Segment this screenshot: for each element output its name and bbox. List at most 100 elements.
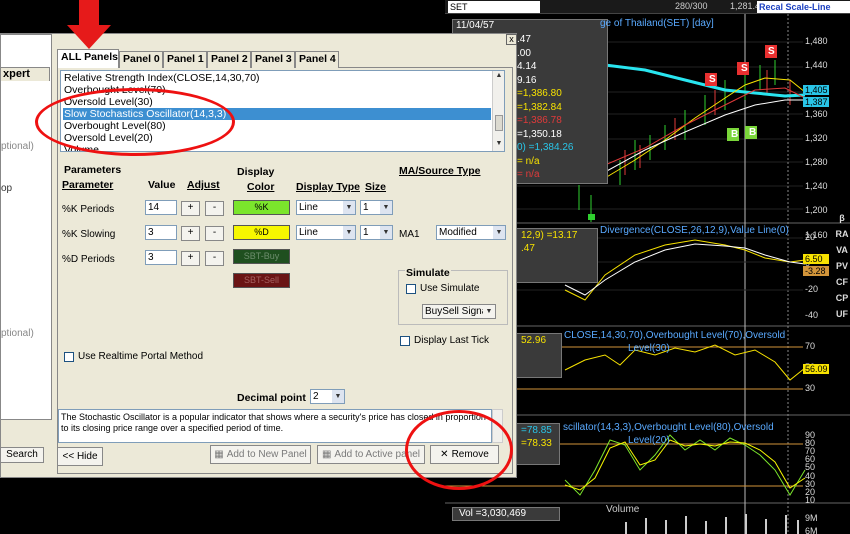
display-type-column-header: Display Type bbox=[296, 181, 360, 193]
use-simulate-checkbox[interactable] bbox=[406, 284, 416, 294]
use-simulate-label: Use Simulate bbox=[420, 283, 480, 294]
y-axis-tick: 30 bbox=[805, 383, 816, 393]
chevron-down-icon: ▼ bbox=[343, 226, 355, 239]
volume-info-box: Vol =3,030,469 bbox=[452, 507, 560, 521]
scroll-thumb[interactable] bbox=[495, 115, 503, 131]
list-item[interactable]: Relative Strength Index(CLOSE,14,30,70) bbox=[63, 72, 491, 84]
indicator-value: = n/a bbox=[517, 169, 540, 180]
tab-panel-3[interactable]: Panel 3 bbox=[251, 51, 295, 68]
price-hl-cyan-2: 1,387 bbox=[803, 97, 829, 107]
tab-all-panels[interactable]: ALL Panels bbox=[57, 49, 119, 68]
decimal-point-label: Decimal point bbox=[237, 392, 306, 404]
buysell-signal-select[interactable]: BuySell Signal ▼ bbox=[422, 304, 496, 319]
indicator-value: =78.85 bbox=[521, 425, 552, 436]
close-icon[interactable]: x bbox=[506, 34, 517, 45]
indicator-value: 9.16 bbox=[517, 74, 537, 86]
color-column-header: Color bbox=[247, 181, 275, 193]
scroll-up-icon[interactable]: ▲ bbox=[494, 72, 504, 82]
add-to-new-panel-button[interactable]: ▦ Add to New Panel bbox=[210, 445, 311, 464]
macd-chart-title: Divergence(CLOSE,26,12,9),Value Line(0) bbox=[600, 225, 789, 236]
k-color-button[interactable]: %K bbox=[233, 200, 290, 215]
k-slowing-input[interactable]: 3 bbox=[145, 225, 177, 240]
size-column-header: Size bbox=[365, 181, 387, 193]
k-size-select[interactable]: 1 ▼ bbox=[360, 200, 393, 215]
sell-signal-3: S bbox=[768, 46, 775, 57]
d-size-select[interactable]: 1 ▼ bbox=[360, 225, 393, 240]
side-tool-button[interactable]: RA bbox=[834, 226, 850, 242]
add-panel-icon: ▦ bbox=[321, 449, 332, 460]
sell-signal-2: S bbox=[741, 63, 748, 74]
d-periods-label: %D Periods bbox=[62, 254, 115, 265]
parameters-heading: Parameters bbox=[64, 164, 122, 176]
k-slowing-minus-button[interactable]: - bbox=[205, 226, 224, 241]
indicator-value: =1,386.78 bbox=[517, 115, 562, 126]
decimal-point-select[interactable]: 2 ▼ bbox=[310, 389, 345, 404]
indicator-value: .47 bbox=[517, 34, 531, 45]
recal-scale-button[interactable]: Recal Scale-Line bbox=[757, 1, 850, 13]
d-color-button[interactable]: %D bbox=[233, 225, 290, 240]
tab-panel-2[interactable]: Panel 2 bbox=[207, 51, 251, 68]
d-periods-input[interactable]: 3 bbox=[145, 250, 177, 265]
chart-top-strip: SET 280/300 1,281.45 Recal Scale-Line bbox=[445, 0, 850, 14]
tab-panel-1[interactable]: Panel 1 bbox=[163, 51, 207, 68]
y-axis-tick: 1,480 bbox=[805, 36, 828, 46]
search-button[interactable]: Search bbox=[0, 447, 44, 463]
y-axis-tick: 10 bbox=[805, 494, 816, 505]
side-tool-button[interactable]: UF bbox=[834, 306, 850, 322]
rsi-chart-title-2: Level(30) bbox=[628, 343, 670, 354]
side-tool-button[interactable]: VA bbox=[834, 242, 850, 258]
y-axis-tick: 1,360 bbox=[805, 108, 828, 119]
sbt-buy-color-button[interactable]: SBT-Buy bbox=[233, 249, 290, 264]
chevron-down-icon: ▼ bbox=[380, 226, 392, 239]
tab-panel-0[interactable]: Panel 0 bbox=[119, 51, 163, 68]
volume-value: Vol =3,030,469 bbox=[459, 508, 527, 519]
d-display-type-select[interactable]: Line ▼ bbox=[296, 225, 356, 240]
price-chart-title: ge of Thailand(SET) [day] bbox=[600, 18, 714, 29]
y-axis-tick: 1,280 bbox=[805, 157, 828, 167]
use-realtime-checkbox[interactable] bbox=[64, 352, 74, 362]
price-date: 11/04/57 bbox=[456, 20, 495, 31]
y-axis-tick: 1,320 bbox=[805, 132, 828, 143]
tab-expert[interactable]: xpert bbox=[0, 67, 50, 81]
ma1-label: MA1 bbox=[399, 229, 420, 240]
k-slowing-plus-button[interactable]: + bbox=[181, 226, 200, 241]
left-frag-2: op bbox=[1, 183, 13, 194]
k-periods-label: %K Periods bbox=[62, 204, 115, 215]
indicator-value: =1,386.80 bbox=[517, 88, 562, 99]
indicator-value: .00 bbox=[517, 47, 531, 59]
indicator-value: 12,9) =13.17 bbox=[521, 230, 578, 241]
indicator-value: =1,382.84 bbox=[517, 101, 562, 113]
side-tool-button[interactable]: CP bbox=[834, 290, 850, 306]
parameter-column-header: Parameter bbox=[62, 179, 114, 191]
list-scrollbar[interactable]: ▲ ▼ bbox=[492, 71, 504, 151]
k-slowing-label: %K Slowing bbox=[62, 229, 116, 240]
chevron-down-icon: ▼ bbox=[343, 201, 355, 214]
d-periods-minus-button[interactable]: - bbox=[205, 251, 224, 266]
count-label: 280/300 bbox=[675, 1, 708, 11]
red-arrow-annotation bbox=[67, 0, 111, 49]
stoch-chart-title-2: Level(20) bbox=[628, 435, 670, 446]
price-hl-cyan: 1,405 bbox=[803, 85, 829, 95]
ma1-select[interactable]: Modified ▼ bbox=[436, 225, 506, 240]
side-tool-button[interactable]: β bbox=[834, 210, 850, 226]
ma-source-heading: MA/Source Type bbox=[399, 165, 481, 177]
sell-signal-1: S bbox=[709, 74, 716, 85]
k-periods-minus-button[interactable]: - bbox=[205, 201, 224, 216]
y-axis-tick: 20 bbox=[805, 232, 816, 242]
scroll-down-icon[interactable]: ▼ bbox=[494, 140, 504, 150]
y-axis-tick: 70 bbox=[805, 341, 816, 351]
side-tool-button[interactable]: CF bbox=[834, 274, 850, 290]
k-periods-plus-button[interactable]: + bbox=[181, 201, 200, 216]
d-periods-plus-button[interactable]: + bbox=[181, 251, 200, 266]
tab-panel-4[interactable]: Panel 4 bbox=[295, 51, 339, 68]
side-tool-button[interactable]: PV bbox=[834, 258, 850, 274]
k-periods-input[interactable]: 14 bbox=[145, 200, 177, 215]
hide-button[interactable]: << Hide bbox=[57, 447, 103, 466]
display-last-tick-checkbox[interactable] bbox=[400, 336, 410, 346]
k-display-type-select[interactable]: Line ▼ bbox=[296, 200, 356, 215]
volume-chart-title: Volume bbox=[606, 504, 640, 515]
use-realtime-label: Use Realtime Portal Method bbox=[78, 351, 204, 362]
symbol-select[interactable]: SET bbox=[448, 1, 540, 13]
sbt-sell-color-button[interactable]: SBT-Sell bbox=[233, 273, 290, 288]
display-heading: Display bbox=[237, 166, 275, 178]
